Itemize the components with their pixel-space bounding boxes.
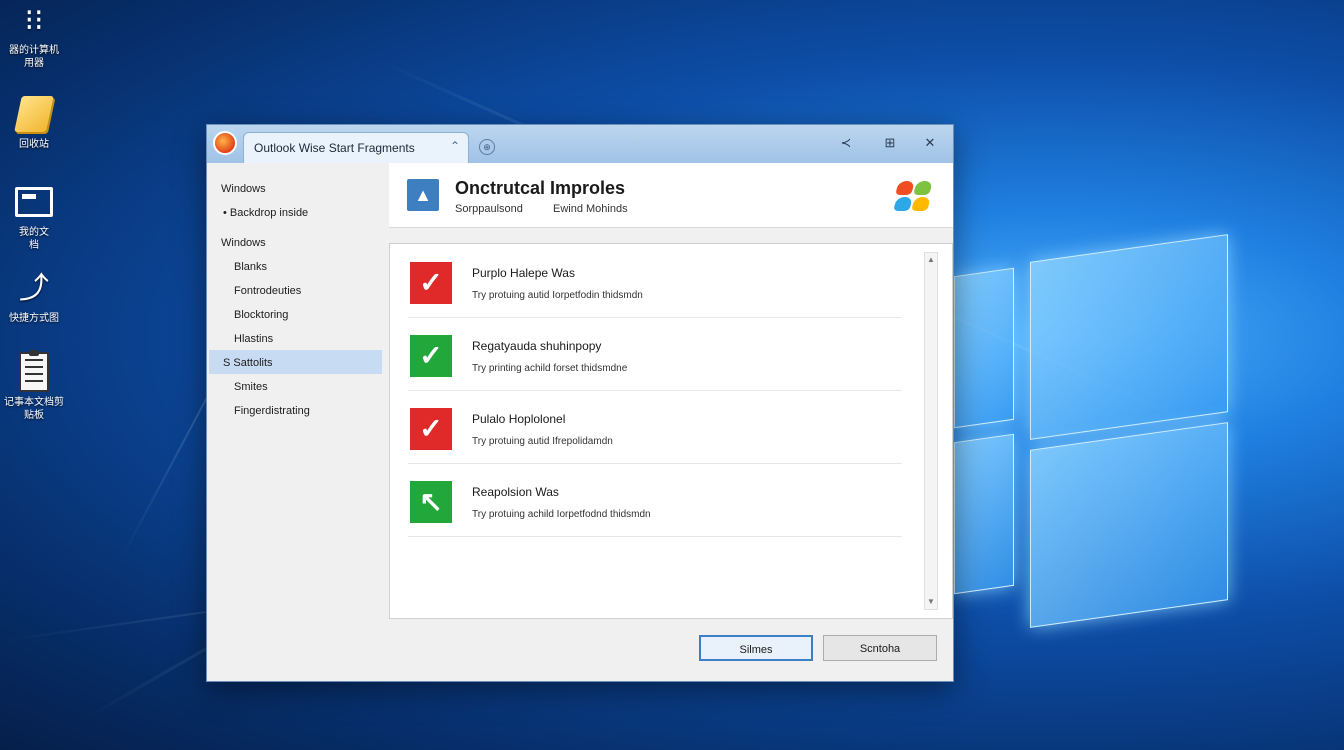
sidebar: Windows • Backdrop inside Windows Blanks… <box>207 163 387 681</box>
logo-pane <box>1030 234 1228 440</box>
checkmark-icon: ✓ <box>410 335 452 377</box>
list-item[interactable]: ✓ Regatyauda shuhinpopy Try printing ach… <box>408 317 902 391</box>
desktop-icon-label: 贴板 <box>24 410 44 421</box>
sidebar-item-fingerdistrating[interactable]: Fingerdistrating <box>234 405 310 417</box>
desktop-icon-label: 快捷方式图 <box>9 313 59 324</box>
scroll-down-icon[interactable]: ▼ <box>925 595 937 609</box>
desktop-icon-label: 用器 <box>24 58 44 69</box>
vertical-scrollbar[interactable]: ▲ ▼ <box>924 252 938 610</box>
tab-collapse-icon[interactable]: ⌃ <box>450 139 460 153</box>
sidebar-item-blanks[interactable]: Blanks <box>234 261 267 273</box>
desktop-icon-computer[interactable]: ⁝⁝ 器的计算机 用器 <box>0 0 74 70</box>
tab-label: Outlook Wise Start Fragments <box>254 141 415 155</box>
secondary-button[interactable]: Scntoha <box>823 635 937 661</box>
list-item-description: Try protuing autid Ifrepolidamdn <box>472 436 613 447</box>
list-item-description: Try protuing achild Iorpetfodnd thidsmdn <box>472 509 651 520</box>
desktop-icon-clipboard[interactable]: 记事本文档剪 贴板 <box>0 350 74 422</box>
desktop-icon-label: 我的文 <box>19 227 49 238</box>
notes-icon <box>14 94 54 134</box>
desktop-icon-label: 回收站 <box>19 139 49 150</box>
checkmark-icon: ✓ <box>410 262 452 304</box>
arrow-icon: ↖ <box>410 481 452 523</box>
computer-icon: ⁝⁝ <box>24 3 44 37</box>
app-logo-icon[interactable] <box>213 131 237 155</box>
sidebar-item-hlastins[interactable]: Hlastins <box>234 333 273 345</box>
list-item-description: Try printing achild forset thidsmdne <box>472 363 628 374</box>
scroll-up-icon[interactable]: ▲ <box>925 253 937 267</box>
app-window: Outlook Wise Start Fragments ⌃ ⊕ ≺ ⊞ ✕ W… <box>206 124 954 682</box>
page-title: Onctrutcal Improles <box>455 178 626 198</box>
desktop-icon-label: 记事本文档剪 <box>4 397 64 408</box>
shortcut-icon: ⤴ <box>19 271 49 305</box>
tab-main[interactable]: Outlook Wise Start Fragments ⌃ <box>243 132 469 163</box>
sidebar-item-backdrop[interactable]: • Backdrop inside <box>223 207 308 219</box>
folder-icon <box>14 182 54 222</box>
desktop-icon-shortcut[interactable]: ⤴ 快捷方式图 <box>0 268 74 325</box>
list-item-title: Purplo Halepe Was <box>472 266 575 280</box>
windows-flag-icon <box>893 179 933 213</box>
clipboard-icon <box>14 350 54 392</box>
logo-pane <box>954 433 1014 595</box>
logo-pane <box>954 267 1014 429</box>
sidebar-item-blocktoring[interactable]: Blocktoring <box>234 309 288 321</box>
desktop-icon-label: 档 <box>29 240 39 251</box>
list-item-title: Regatyauda shuhinpopy <box>472 339 602 353</box>
maximize-button[interactable]: ⊞ <box>879 133 901 153</box>
checkmark-icon: ✓ <box>410 408 452 450</box>
desktop-icon-notes[interactable]: 回收站 <box>0 94 74 151</box>
list-item[interactable]: ✓ Pulalo Hoplolonel Try protuing autid I… <box>408 390 902 464</box>
sidebar-item-smites[interactable]: Smites <box>234 381 268 393</box>
triangle-icon: ▲ <box>407 179 439 211</box>
logo-pane <box>1030 422 1228 628</box>
back-button[interactable]: ≺ <box>835 133 857 153</box>
close-button[interactable]: ✕ <box>919 133 941 153</box>
primary-button[interactable]: Silmes <box>699 635 813 661</box>
list-item[interactable]: ↖ Reapolsion Was Try protuing achild Ior… <box>408 463 902 537</box>
list-item-title: Pulalo Hoplolonel <box>472 412 566 426</box>
new-tab-icon[interactable]: ⊕ <box>479 139 495 155</box>
header-panel: ▲ Onctrutcal Improles Sorppaulsond Ewind… <box>389 163 953 228</box>
sidebar-heading[interactable]: Windows <box>221 237 266 249</box>
list-item-description: Try protuing autid Iorpetfodin thidsmdn <box>472 290 643 301</box>
sidebar-heading[interactable]: Windows <box>221 183 266 195</box>
title-bar[interactable]: Outlook Wise Start Fragments ⌃ ⊕ ≺ ⊞ ✕ <box>207 125 953 163</box>
results-list: ✓ Purplo Halepe Was Try protuing autid I… <box>389 243 953 619</box>
list-item-title: Reapolsion Was <box>472 485 559 499</box>
desktop-icon-folder[interactable]: 我的文 档 <box>0 182 74 252</box>
desktop-icon-label: 器的计算机 <box>9 45 59 56</box>
list-item[interactable]: ✓ Purplo Halepe Was Try protuing autid I… <box>408 244 902 318</box>
wallpaper-windows-logo <box>948 234 1230 628</box>
sidebar-item-sattolits[interactable]: S Sattolits <box>223 357 273 369</box>
sidebar-item-fontrodeuties[interactable]: Fontrodeuties <box>234 285 301 297</box>
page-subtitle: Sorppaulsond <box>455 203 523 215</box>
page-subtitle: Ewind Mohinds <box>553 203 628 215</box>
